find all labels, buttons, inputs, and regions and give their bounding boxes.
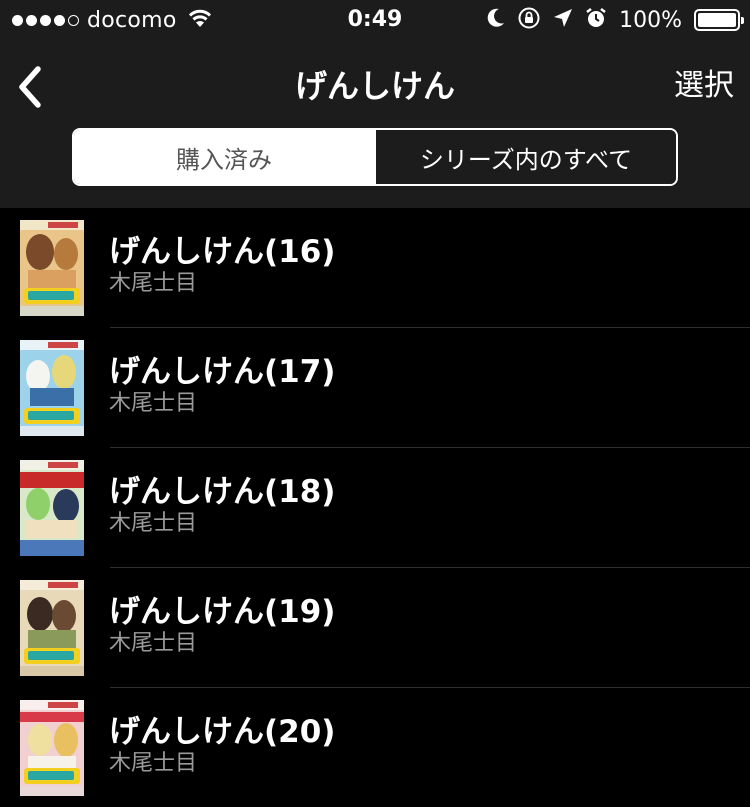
select-button[interactable]: 選択 [674, 64, 734, 108]
status-right: 100% [487, 6, 744, 34]
rotation-lock-icon [517, 6, 541, 34]
battery-icon [694, 9, 744, 31]
status-bar: docomo 0:49 100% [0, 0, 750, 40]
book-author: 木尾士目 [109, 391, 198, 416]
alarm-icon [585, 7, 607, 33]
segmented-control: 購入済み シリーズ内のすべて [72, 128, 678, 186]
segment-all-in-series[interactable]: シリーズ内のすべて [374, 130, 676, 184]
page-title: げんしけん [294, 67, 455, 105]
location-arrow-icon [553, 8, 573, 32]
list-item[interactable]: げんしけん(17) 木尾士目 [0, 328, 750, 448]
book-author: 木尾士目 [109, 631, 198, 656]
list-item[interactable]: げんしけん(18) 木尾士目 [0, 448, 750, 568]
list-item[interactable]: げんしけん(16) 木尾士目 [0, 208, 750, 328]
book-list: げんしけん(16) 木尾士目 げんしけん(17) 木尾士目 げんしけん(18) … [0, 208, 750, 807]
book-cover-image [20, 460, 84, 556]
book-author: 木尾士目 [109, 751, 198, 776]
book-author: 木尾士目 [109, 511, 198, 536]
battery-percentage: 100% [619, 7, 682, 33]
navigation-bar: げんしけん 選択 購入済み シリーズ内のすべて [0, 40, 750, 208]
book-author: 木尾士目 [109, 271, 198, 296]
book-cover-image [20, 340, 84, 436]
book-cover-image [20, 220, 84, 316]
book-cover-image [20, 580, 84, 676]
segment-purchased[interactable]: 購入済み [74, 130, 374, 184]
moon-icon [487, 8, 505, 32]
book-cover-image [20, 700, 84, 796]
list-item[interactable]: げんしけん(20) 木尾士目 [0, 688, 750, 807]
list-item[interactable]: げんしけん(19) 木尾士目 [0, 568, 750, 688]
